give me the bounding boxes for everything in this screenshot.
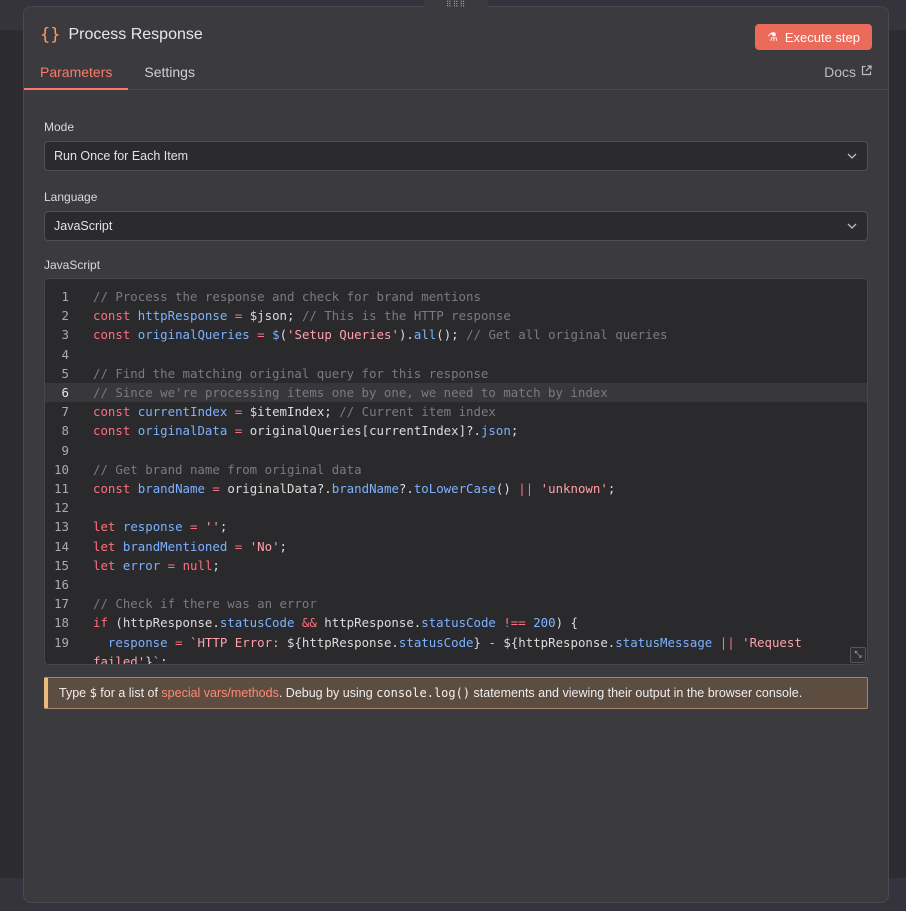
- line-number: 14: [54, 538, 69, 554]
- hint-console-log: console.log(): [376, 686, 471, 700]
- braces-icon: {}: [40, 25, 61, 45]
- tab-bar: Parameters Settings: [24, 60, 211, 90]
- code-line: 1// Process the response and check for b…: [45, 287, 867, 306]
- line-number: 18: [54, 615, 69, 631]
- code-line: 3 const originalQueries = $('Setup Querie…: [45, 325, 867, 344]
- title-row: {} Process Response: [40, 25, 203, 45]
- docs-link[interactable]: Docs: [824, 64, 872, 80]
- code-line: 18 if (httpResponse.statusCode && httpRes…: [45, 613, 867, 632]
- code-line-wrapped: failed'}`;: [93, 653, 168, 665]
- code-editor[interactable]: 1// Process the response and check for b…: [44, 278, 868, 665]
- hint-dollar: $: [89, 686, 97, 700]
- language-select-value: JavaScript: [54, 219, 113, 233]
- code-line: 16: [45, 575, 867, 594]
- external-link-icon: [861, 65, 872, 79]
- line-number: 5: [61, 365, 69, 381]
- hint-middle: for a list of: [96, 686, 162, 700]
- line-number: 19: [54, 634, 69, 650]
- special-vars-link[interactable]: special vars/methods: [161, 686, 278, 700]
- line-number: 11: [54, 481, 69, 497]
- code-line: 4: [45, 345, 867, 364]
- language-label: Language: [44, 190, 98, 204]
- line-number: 1: [61, 289, 69, 305]
- line-number: 6: [61, 385, 69, 401]
- line-number: 2: [61, 308, 69, 324]
- execute-step-label: Execute step: [784, 29, 860, 45]
- code-hint-notice: Type $ for a list of special vars/method…: [44, 677, 868, 709]
- node-title[interactable]: Process Response: [68, 26, 202, 44]
- mode-label: Mode: [44, 120, 75, 134]
- expand-editor-icon[interactable]: ⤡: [850, 647, 866, 663]
- line-number: 12: [54, 500, 69, 516]
- code-line: 13 let response = '';: [45, 517, 867, 536]
- line-number: 8: [61, 423, 69, 439]
- line-number: 7: [61, 404, 69, 420]
- code-line: 7 const currentIndex = $itemIndex; // Cur…: [45, 402, 867, 421]
- tab-settings[interactable]: Settings: [128, 60, 211, 90]
- line-number: 9: [61, 442, 69, 458]
- line-number: 4: [61, 346, 69, 362]
- chevron-down-icon: [847, 223, 857, 229]
- tab-parameters[interactable]: Parameters: [24, 60, 129, 90]
- line-number: 15: [54, 557, 69, 573]
- mode-select[interactable]: Run Once for Each Item: [44, 141, 868, 171]
- code-line: 10// Get brand name from original data: [45, 460, 867, 479]
- docs-label: Docs: [824, 64, 856, 80]
- node-details-panel: {} Process Response ⚗ Execute step Param…: [23, 6, 889, 903]
- code-line: 14 let brandMentioned = 'No';: [45, 537, 867, 556]
- line-number: 13: [54, 519, 69, 535]
- javascript-label: JavaScript: [44, 258, 101, 272]
- code-line: 8 const originalData = originalQueries[cu…: [45, 421, 867, 440]
- code-line: 12: [45, 498, 867, 517]
- line-number: 17: [54, 596, 69, 612]
- execute-step-button[interactable]: ⚗ Execute step: [755, 24, 872, 50]
- line-number: 16: [54, 577, 69, 593]
- code-line: 11 const brandName = originalData?.brandN…: [45, 479, 867, 498]
- flask-icon: ⚗: [767, 30, 778, 44]
- drag-handle[interactable]: ⠿⠿⠿: [424, 0, 488, 9]
- code-line: 9: [45, 441, 867, 460]
- language-select[interactable]: JavaScript: [44, 211, 868, 241]
- code-line: 15 let error = null;: [45, 556, 867, 575]
- hint-prefix: Type: [59, 686, 90, 700]
- hint-after-link: . Debug by using: [278, 686, 377, 700]
- code-line: 17// Check if there was an error: [45, 594, 867, 613]
- code-line: 2 const httpResponse = $json; // This is …: [45, 306, 867, 325]
- chevron-down-icon: [847, 153, 857, 159]
- code-line: 5// Find the matching original query for…: [45, 364, 867, 383]
- drag-dots-icon: ⠿⠿⠿: [445, 0, 467, 9]
- line-number: 3: [61, 327, 69, 343]
- panel-header: {} Process Response ⚗ Execute step Param…: [24, 7, 888, 90]
- code-line-active: 6// Since we're processing items one by …: [45, 383, 867, 403]
- line-number: 10: [54, 461, 69, 477]
- mode-select-value: Run Once for Each Item: [54, 149, 189, 163]
- hint-suffix: statements and viewing their output in t…: [470, 686, 803, 700]
- code-line: 19 response = `HTTP Error: ${httpRespons…: [45, 633, 867, 652]
- parameters-body: Mode Run Once for Each Item Language Jav…: [24, 90, 888, 902]
